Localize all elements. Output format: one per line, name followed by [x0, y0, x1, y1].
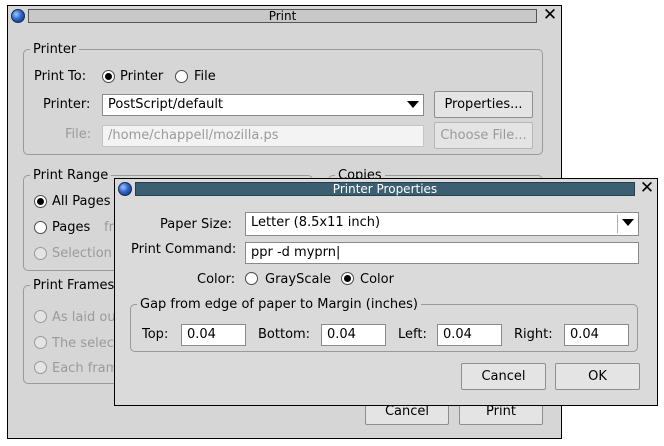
all-pages-label[interactable]: All Pages: [52, 194, 111, 210]
grayscale-label[interactable]: GrayScale: [265, 272, 331, 288]
margin-right-label: Right:: [514, 327, 553, 342]
properties-cancel-button[interactable]: Cancel: [461, 363, 546, 390]
color-option-label[interactable]: Color: [360, 272, 394, 288]
chevron-down-icon: [407, 101, 419, 108]
printer-select[interactable]: PostScript/default: [102, 94, 424, 116]
globe-icon: [11, 9, 25, 23]
paper-size-select[interactable]: Letter (8.5x11 inch): [245, 212, 639, 236]
pages-radio[interactable]: [34, 221, 47, 234]
properties-titlebar[interactable]: Printer Properties ✕: [115, 179, 657, 199]
title-strip: Print: [28, 9, 537, 23]
margin-top-label: Top:: [142, 327, 169, 342]
as-laid-out-radio[interactable]: [34, 310, 47, 323]
selected-frame-radio[interactable]: [34, 336, 47, 349]
print-to-printer-radio[interactable]: [102, 70, 115, 83]
file-label: File:: [65, 127, 92, 142]
properties-title: Printer Properties: [332, 182, 438, 196]
chevron-down-icon: [622, 219, 634, 226]
printer-group-legend: Printer: [33, 42, 77, 57]
close-icon[interactable]: ✕: [638, 179, 656, 198]
margin-left-input[interactable]: 0.04: [437, 324, 502, 346]
print-range-legend: Print Range: [33, 168, 109, 183]
selection-radio[interactable]: [34, 247, 47, 260]
all-pages-radio[interactable]: [34, 195, 47, 208]
selected-frame-label: The selec: [52, 336, 114, 351]
pages-from-label: fr: [104, 220, 114, 235]
color-label: Color:: [197, 272, 236, 287]
margin-right-input[interactable]: 0.04: [564, 324, 629, 346]
margin-left-label: Left:: [398, 327, 427, 342]
print-dialog-titlebar[interactable]: Print ✕: [8, 6, 561, 26]
properties-ok-button[interactable]: OK: [555, 363, 640, 390]
dialog-title: Print: [268, 9, 297, 23]
margin-bottom-label: Bottom:: [258, 327, 311, 342]
print-frames-legend: Print Frames: [33, 278, 115, 293]
print-command-input[interactable]: ppr -d myprn: [245, 242, 639, 264]
print-to-file-label[interactable]: File: [194, 69, 216, 85]
printer-select-value: PostScript/default: [108, 97, 224, 112]
title-strip: Printer Properties: [135, 182, 635, 196]
grayscale-radio[interactable]: [245, 272, 258, 285]
print-to-printer-label[interactable]: Printer: [120, 69, 163, 85]
paper-size-value: Letter (8.5x11 inch): [251, 215, 381, 230]
color-radio[interactable]: [341, 272, 354, 285]
close-icon[interactable]: ✕: [541, 6, 559, 25]
print-command-value: ppr -d myprn: [251, 245, 340, 260]
properties-button[interactable]: Properties...: [434, 91, 533, 118]
printer-properties-dialog: Printer Properties ✕ Paper Size: Letter …: [114, 178, 658, 406]
globe-icon: [118, 182, 132, 196]
print-to-label: Print To:: [34, 69, 87, 84]
selection-label: Selection: [52, 246, 112, 261]
margin-bottom-input[interactable]: 0.04: [321, 324, 386, 346]
print-command-label: Print Command:: [131, 242, 237, 257]
file-path-input[interactable]: /home/chappell/mozilla.ps: [102, 125, 424, 147]
each-frame-radio[interactable]: [34, 361, 47, 374]
choose-file-button[interactable]: Choose File...: [434, 122, 533, 149]
dropdown-separator: [617, 215, 618, 233]
margin-group-legend: Gap from edge of paper to Margin (inches…: [140, 297, 418, 312]
print-to-file-radio[interactable]: [175, 70, 188, 83]
as-laid-out-label: As laid ou: [52, 310, 116, 325]
margin-top-input[interactable]: 0.04: [181, 324, 246, 346]
pages-label[interactable]: Pages: [52, 220, 90, 236]
each-frame-label: Each fram: [52, 361, 119, 376]
paper-size-label: Paper Size:: [160, 217, 233, 232]
printer-label: Printer:: [43, 97, 91, 112]
